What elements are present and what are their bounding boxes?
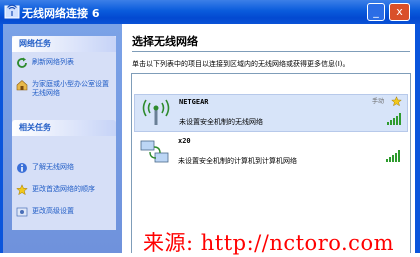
learn-wireless-link[interactable]: 了解无线网络 xyxy=(12,162,116,176)
refresh-icon xyxy=(17,57,27,68)
change-advanced-settings-link[interactable]: 更改高级设置 xyxy=(12,206,116,220)
preferred-network-star-icon xyxy=(391,96,402,107)
network-security-status: 未设置安全机制的无线网络 xyxy=(179,118,263,126)
network-name: NETGEAR xyxy=(179,98,209,106)
refresh-network-list-link[interactable]: 刷新网络列表 xyxy=(12,57,116,71)
info-icon xyxy=(17,163,27,173)
minimize-button[interactable]: _ xyxy=(367,3,385,21)
refresh-network-list-label: 刷新网络列表 xyxy=(32,58,74,66)
signal-strength-icon xyxy=(386,150,400,162)
settings-icon xyxy=(16,207,28,217)
learn-wireless-label: 了解无线网络 xyxy=(32,163,74,171)
wireless-antenna-icon xyxy=(142,99,170,125)
home-network-icon xyxy=(16,80,28,91)
instructions-text: 单击以下列表中的项目以连接到区域内的无线网络或获得更多信息(I)。 xyxy=(132,60,350,68)
setup-home-network-link[interactable]: 为家庭或小型办公室设置无线网络 xyxy=(12,79,116,103)
signal-strength-icon xyxy=(387,113,401,125)
network-tasks-panel: 网络任务 刷新网络列表 为家庭或小型办公室设置无线网络 xyxy=(12,36,116,123)
related-tasks-panel: 相关任务 了解无线网络 更改首选网络的顺序 更改高级设置 xyxy=(12,120,116,230)
page-title: 选择无线网络 xyxy=(132,35,198,48)
setup-home-network-label: 为家庭或小型办公室设置无线网络 xyxy=(32,80,109,97)
network-item-x20[interactable]: x20 未设置安全机制的计算机到计算机网络 xyxy=(134,134,408,170)
related-tasks-heading: 相关任务 xyxy=(12,120,116,136)
computer-to-computer-icon xyxy=(140,140,169,163)
wireless-network-icon xyxy=(4,4,20,19)
change-preferred-order-link[interactable]: 更改首选网络的顺序 xyxy=(12,184,116,198)
change-advanced-settings-label: 更改高级设置 xyxy=(32,207,74,215)
network-name: x20 xyxy=(178,137,191,145)
change-preferred-order-label: 更改首选网络的顺序 xyxy=(32,185,95,193)
title-divider xyxy=(132,51,410,52)
window-title: 无线网络连接 6 xyxy=(22,7,100,20)
network-list[interactable]: NETGEAR 手动 未设置安全机制的无线网络 x20 未设置安全机制的计算机到… xyxy=(131,73,411,253)
main-pane: 选择无线网络 单击以下列表中的项目以连接到区域内的无线网络或获得更多信息(I)。… xyxy=(122,24,415,253)
network-tasks-heading: 网络任务 xyxy=(12,36,116,52)
network-security-status: 未设置安全机制的计算机到计算机网络 xyxy=(178,157,297,165)
task-pane: 网络任务 刷新网络列表 为家庭或小型办公室设置无线网络 相关任务 了解无线网络 xyxy=(3,24,122,253)
close-button[interactable]: x xyxy=(389,3,410,21)
title-bar[interactable]: 无线网络连接 6 _ x xyxy=(0,0,420,24)
star-icon xyxy=(16,184,28,196)
connection-mode-label: 手动 xyxy=(372,98,385,105)
network-item-netgear[interactable]: NETGEAR 手动 未设置安全机制的无线网络 xyxy=(134,94,408,132)
